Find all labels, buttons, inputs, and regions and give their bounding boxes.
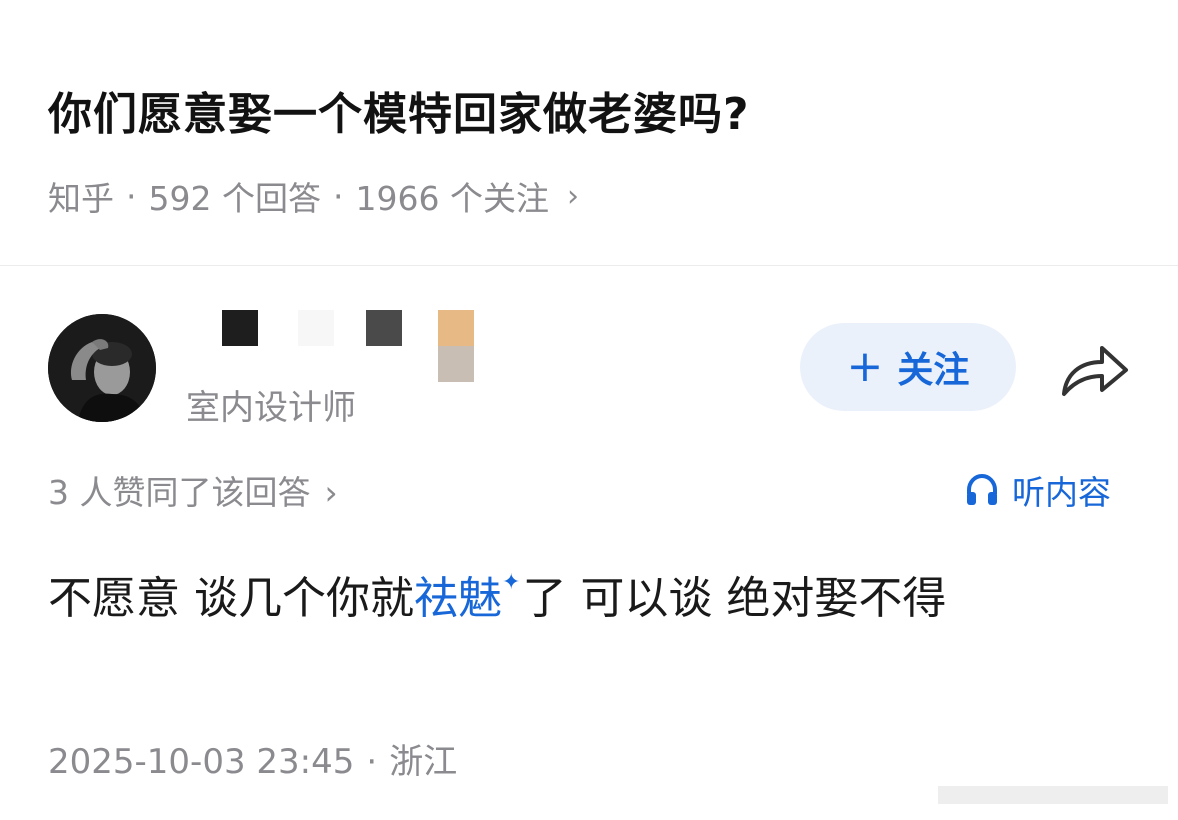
follower-count: 1966 个关注 [355,179,549,218]
follow-label: 关注 [897,350,970,391]
sparkle-icon: ✦ [502,570,521,595]
meta-separator: · [332,176,344,216]
name-pixel [298,310,334,346]
likes-count[interactable]: 3 人赞同了该回答 › [48,466,338,514]
answer-text-after: 了 可以谈 绝对娶不得 [522,573,947,624]
meta-separator: · [126,176,137,216]
footer-separator: · [366,742,378,782]
likes-label: 3 人赞同了该回答 [48,473,311,512]
answer-count: 592 个回答 [148,179,321,218]
listen-button[interactable]: 听内容 [964,466,1111,514]
chevron-right-icon[interactable]: › [567,179,579,214]
divider [0,265,1178,266]
follow-button[interactable]: + 关注 [800,323,1016,411]
answer-keyword-link[interactable]: 祛魅 [414,573,502,624]
answer-datetime: 2025-10-03 23:45 [48,742,355,782]
author-avatar[interactable] [48,314,156,422]
listen-label: 听内容 [1012,473,1111,512]
answer-footer: 2025-10-03 23:45 · 浙江 [48,734,457,783]
chevron-right-icon: › [324,473,338,512]
answer-location: 浙江 [389,742,458,782]
share-button[interactable] [1058,338,1132,400]
author-title: 室内设计师 [186,388,356,428]
name-pixel [366,310,402,346]
question-title: 你们愿意娶一个模特回家做老婆吗? [48,89,750,140]
answer-text: 不愿意 谈几个你就祛魅✦了 可以谈 绝对娶不得 [48,562,946,626]
answer-text-before: 不愿意 谈几个你就 [48,573,414,624]
name-pixel [438,346,474,382]
share-arrow-icon [1062,346,1128,396]
question-meta[interactable]: 知乎 · 592 个回答 · 1966 个关注 › [48,172,579,220]
avatar-photo-icon [48,314,156,422]
question-source: 知乎 [48,179,114,218]
watermark [938,782,1168,808]
name-pixel [222,310,258,346]
author-name-mosaic[interactable] [222,310,482,382]
plus-icon: + [846,341,884,392]
headphones-icon [967,473,997,505]
name-pixel [438,310,474,346]
